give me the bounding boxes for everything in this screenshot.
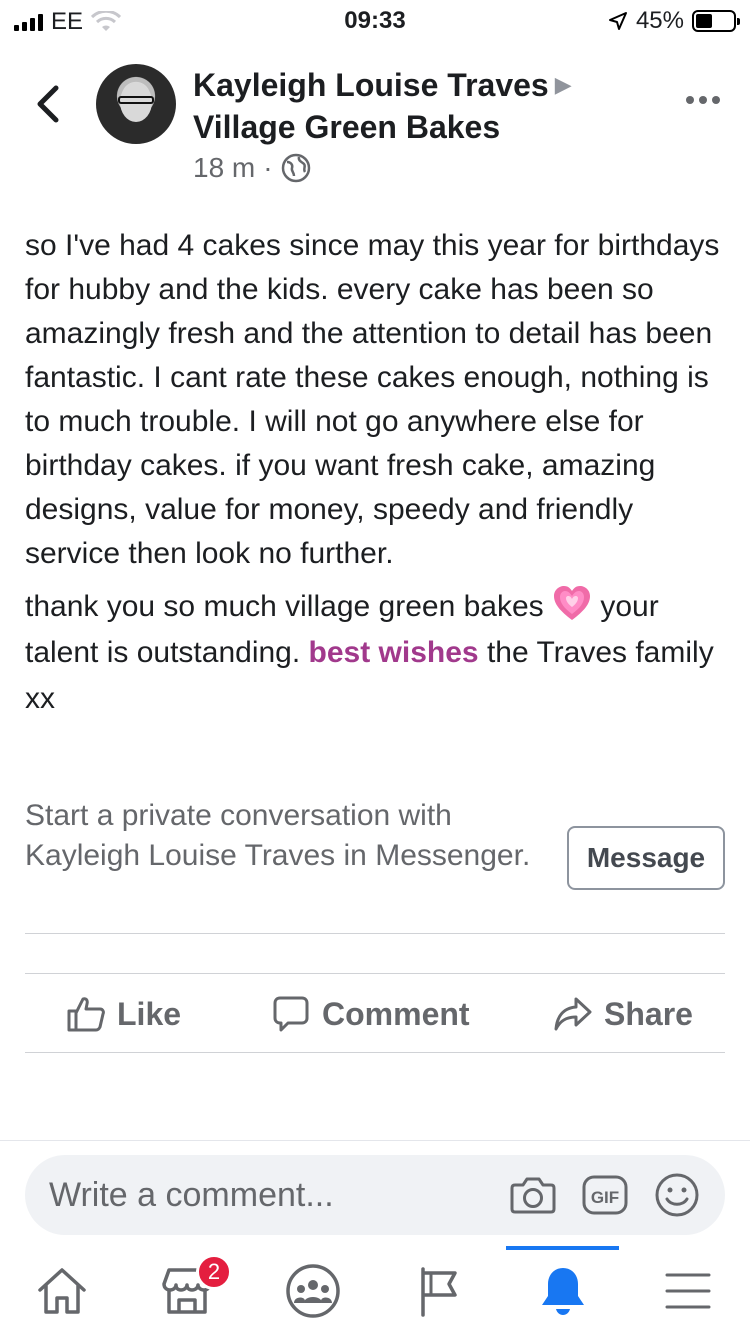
author-name[interactable]: Kayleigh Louise Traves (193, 67, 549, 103)
highlighted-phrase[interactable]: best wishes (309, 636, 479, 669)
active-tab-indicator (506, 1246, 619, 1250)
flag-icon (421, 1267, 457, 1317)
private-conversation-prompt: Start a private conversation with Kaylei… (25, 796, 725, 934)
tab-groups[interactable] (282, 1260, 344, 1322)
avatar-glasses (118, 96, 154, 104)
post-paragraph-2: thank you so much village green bakes yo… (25, 584, 725, 722)
more-options-icon[interactable] (686, 96, 720, 104)
thumbs-up-icon (67, 997, 105, 1032)
speech-bubble-icon (273, 996, 309, 1032)
post-header: Kayleigh Louise Traves ▶ Village Green Ba… (0, 56, 750, 196)
page-name[interactable]: Village Green Bakes (193, 109, 500, 145)
home-icon (38, 1268, 86, 1314)
author-line: Kayleigh Louise Traves ▶ Village Green Ba… (193, 64, 643, 148)
post-body: so I've had 4 cakes since may this year … (25, 224, 725, 722)
tab-marketplace[interactable]: 2 (156, 1254, 232, 1322)
author-avatar[interactable] (96, 64, 176, 144)
tab-pages[interactable] (408, 1260, 470, 1322)
comment-composer-bar: GIF (0, 1140, 750, 1246)
bell-icon (542, 1268, 584, 1315)
post-meta: 18 m · (193, 152, 311, 184)
post-paragraph-1: so I've had 4 cakes since may this year … (25, 229, 720, 570)
private-conversation-text: Start a private conversation with Kaylei… (25, 799, 531, 872)
bottom-tab-bar: 2 (0, 1246, 750, 1334)
post-text-segment-1: thank you so much village green bakes (25, 590, 552, 623)
comment-composer: GIF (25, 1155, 725, 1235)
meta-separator: · (263, 152, 273, 183)
post-actions: Like Comment Share (25, 973, 725, 1053)
growing-heart-emoji-icon (553, 586, 590, 620)
svg-text:GIF: GIF (591, 1188, 619, 1207)
battery-level (696, 14, 713, 28)
globe-icon (281, 153, 310, 183)
marketplace-badge: 2 (196, 1254, 232, 1290)
comment-label: Comment (322, 995, 470, 1032)
triangle-right-icon: ▶ (554, 72, 572, 97)
comment-button[interactable]: Comment (272, 974, 470, 1054)
share-label: Share (604, 995, 693, 1032)
back-chevron-icon[interactable] (30, 82, 66, 126)
battery-icon (692, 10, 740, 32)
tab-menu[interactable] (657, 1260, 719, 1322)
post-time[interactable]: 18 m (193, 152, 255, 184)
share-arrow-icon (554, 997, 592, 1031)
location-arrow-icon (608, 12, 627, 30)
tab-home[interactable] (31, 1260, 93, 1322)
like-button[interactable]: Like (67, 974, 181, 1054)
like-label: Like (117, 995, 182, 1032)
hamburger-menu-icon (665, 1273, 711, 1309)
comment-input[interactable] (49, 1155, 509, 1235)
camera-icon[interactable] (509, 1171, 557, 1219)
status-bar: EE 09:33 45% (0, 0, 750, 40)
emoji-smile-icon[interactable] (653, 1171, 701, 1219)
share-button[interactable]: Share (554, 974, 693, 1054)
message-button[interactable]: Message (567, 826, 725, 890)
battery-percent: 45% (635, 7, 684, 34)
gif-icon[interactable]: GIF (581, 1171, 629, 1219)
groups-icon (286, 1264, 340, 1318)
tab-notifications[interactable] (532, 1260, 594, 1322)
